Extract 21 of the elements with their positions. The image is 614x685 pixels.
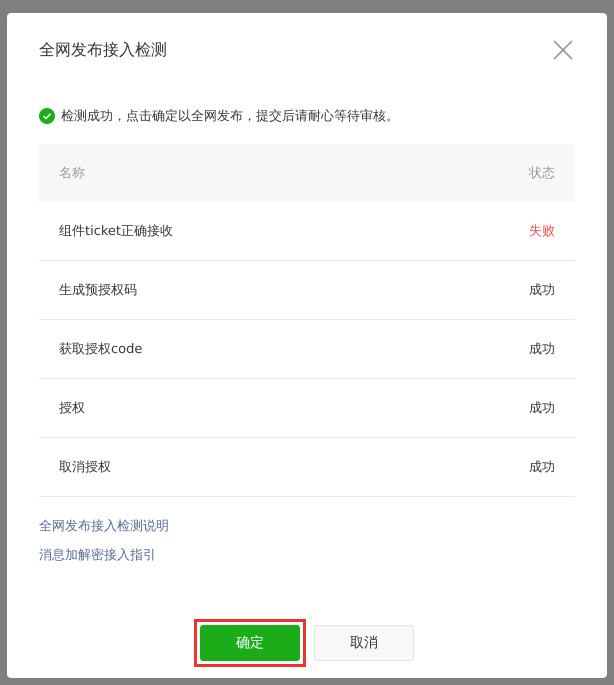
status-cell-text: 成功: [529, 400, 555, 417]
dialog-title: 全网发布接入检测: [39, 40, 167, 60]
table-cell-text: 生成预授权码: [59, 282, 137, 299]
column-header: 状态: [529, 165, 555, 182]
confirm-button[interactable]: 确定: [200, 625, 300, 661]
status-cell-text: 成功: [529, 341, 555, 358]
status-cell-text: 成功: [529, 282, 555, 299]
success-message: 检测成功，点击确定以全网发布，提交后请耐心等待审核。: [61, 108, 399, 125]
table-cell-text: 组件ticket正确接收: [59, 223, 174, 240]
cancel-button[interactable]: 取消: [314, 625, 414, 661]
column-header: 名称: [59, 165, 85, 182]
table-cell-text: 获取授权code: [59, 341, 142, 358]
status-cell-text: 失败: [529, 223, 555, 240]
table-cell-text: 授权: [59, 400, 85, 417]
close-icon: [551, 38, 575, 62]
help-link[interactable]: 消息加解密接入指引: [39, 546, 156, 564]
check-circle-icon: [39, 108, 55, 124]
help-link[interactable]: 全网发布接入检测说明: [39, 517, 169, 535]
close-button[interactable]: [551, 38, 575, 62]
table-cell-text: 取消授权: [59, 459, 111, 476]
status-cell-text: 成功: [529, 459, 555, 476]
